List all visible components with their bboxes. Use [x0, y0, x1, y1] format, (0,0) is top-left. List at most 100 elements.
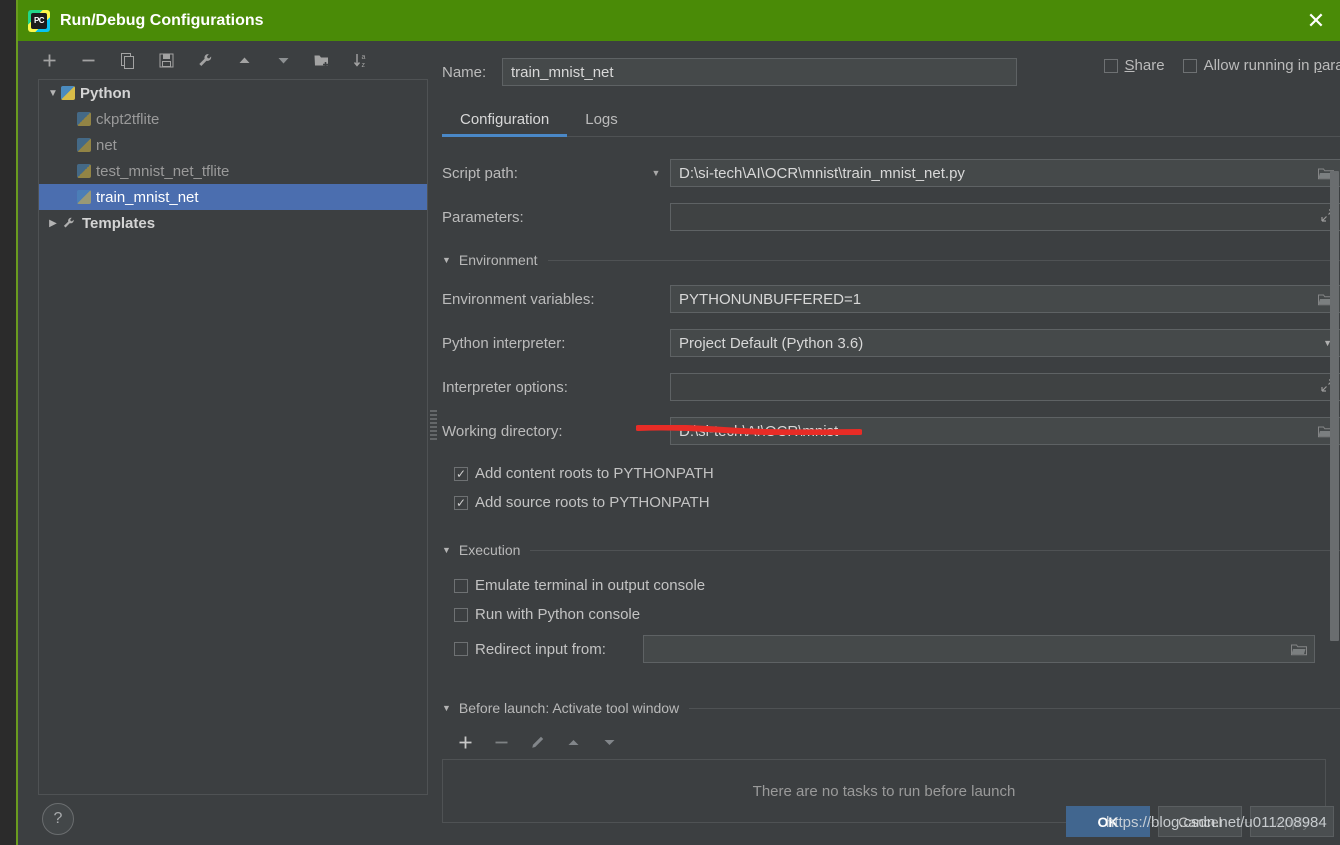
svg-text:z: z	[362, 62, 366, 69]
python-interpreter-select[interactable]: Project Default (Python 3.6) ▼	[670, 329, 1340, 357]
move-down-button[interactable]	[272, 49, 294, 71]
header-options: Share Allow running in parallel	[1103, 57, 1340, 74]
add-source-roots-label: Add source roots to PYTHONPATH	[475, 494, 710, 511]
chevron-down-icon[interactable]: ▼	[45, 88, 61, 99]
working-directory-input[interactable]: D:\si-tech\AI\OCR\mnist	[670, 417, 1340, 445]
before-launch-empty-text: There are no tasks to run before launch	[752, 782, 1016, 800]
environment-section-label: Environment	[458, 252, 538, 268]
environment-variables-label: Environment variables:	[442, 290, 595, 308]
chevron-right-icon[interactable]: ▶	[45, 218, 61, 229]
allow-parallel-checkbox[interactable]: Allow running in parallel	[1182, 57, 1340, 74]
redirect-input-row: Redirect input from:	[454, 629, 1340, 669]
remove-configuration-button[interactable]	[77, 49, 99, 71]
panel-splitter-handle[interactable]	[430, 410, 437, 442]
edit-templates-wrench-icon[interactable]	[194, 49, 216, 71]
script-path-label: Script path:	[442, 164, 518, 182]
redirect-input-checkbox[interactable]	[454, 642, 468, 656]
name-label: Name:	[442, 63, 487, 81]
name-row: Name: train_mnist_net Share Allow runnin…	[442, 52, 1340, 92]
before-launch-label: Before launch: Activate tool window	[458, 700, 680, 716]
dialog-button-row: OK Cancel Apply	[1066, 806, 1334, 837]
section-divider	[530, 549, 1340, 551]
parameters-row: Parameters:	[442, 195, 1340, 239]
tab-configuration[interactable]: Configuration	[442, 111, 568, 137]
chevron-down-icon[interactable]: ▼	[442, 703, 451, 713]
configurations-toolbar: az	[22, 41, 426, 79]
working-directory-row: Working directory: D:\si-tech\AI\OCR\mni…	[442, 409, 1340, 453]
tree-item-net[interactable]: net	[39, 132, 427, 158]
parameters-input[interactable]	[670, 203, 1340, 231]
script-path-mode-chevron-icon[interactable]: ▼	[642, 168, 670, 178]
tree-item-test-mnist-net-tflite[interactable]: test_mnist_net_tflite	[39, 158, 427, 184]
redirect-input-field[interactable]	[643, 635, 1315, 663]
checkbox-box	[1182, 58, 1197, 73]
environment-section-header[interactable]: ▼ Environment	[442, 243, 1340, 277]
edit-task-pencil-icon[interactable]	[528, 733, 546, 751]
tree-item-train-mnist-net[interactable]: train_mnist_net	[39, 184, 427, 210]
checkbox-box: ✓	[454, 466, 468, 481]
section-divider	[547, 259, 1340, 261]
python-interpreter-label: Python interpreter:	[442, 334, 566, 352]
execution-section-header[interactable]: ▼ Execution	[442, 533, 1340, 567]
apply-button[interactable]: Apply	[1250, 806, 1334, 837]
run-with-python-console-checkbox[interactable]: Run with Python console	[454, 600, 1340, 629]
before-launch-toolbar	[442, 725, 1340, 759]
tree-item-ckpt2tflite[interactable]: ckpt2tflite	[39, 106, 427, 132]
move-up-button[interactable]	[233, 49, 255, 71]
tree-item-label: net	[96, 136, 117, 154]
dialog-titlebar: PC Run/Debug Configurations ✕	[18, 0, 1340, 41]
run-with-python-console-label: Run with Python console	[475, 606, 641, 623]
configurations-tree[interactable]: ▼ Python ckpt2tflite net test_mnist_net_…	[38, 79, 428, 795]
python-icon	[77, 138, 91, 152]
tree-item-python[interactable]: ▼ Python	[39, 80, 427, 106]
share-checkbox[interactable]: Share	[1103, 57, 1165, 74]
checkbox-box: ✓	[454, 495, 468, 510]
new-folder-button[interactable]	[311, 49, 333, 71]
tree-item-templates[interactable]: ▶ Templates	[39, 210, 427, 236]
add-content-roots-checkbox[interactable]: ✓ Add content roots to PYTHONPATH	[454, 459, 1340, 488]
chevron-down-icon[interactable]: ▼	[442, 545, 451, 555]
python-interpreter-row: Python interpreter: Project Default (Pyt…	[442, 321, 1340, 365]
add-configuration-button[interactable]	[38, 49, 60, 71]
name-input[interactable]: train_mnist_net	[502, 58, 1017, 86]
configuration-form: Script path: ▼ D:\si-tech\AI\OCR\mnist\t…	[442, 137, 1340, 823]
interpreter-options-row: Interpreter options:	[442, 365, 1340, 409]
environment-variables-input[interactable]: PYTHONUNBUFFERED=1	[670, 285, 1340, 313]
tree-item-label: Templates	[82, 214, 156, 232]
python-icon	[61, 86, 75, 100]
dialog-title: Run/Debug Configurations	[60, 11, 264, 29]
interpreter-options-input[interactable]	[670, 373, 1340, 401]
remove-task-button[interactable]	[492, 733, 510, 751]
script-path-value: D:\si-tech\AI\OCR\mnist\train_mnist_net.…	[679, 164, 965, 182]
tab-logs[interactable]: Logs	[567, 111, 636, 136]
ok-button[interactable]: OK	[1066, 806, 1150, 837]
checkbox-box	[1103, 58, 1118, 73]
chevron-down-icon[interactable]: ▼	[442, 255, 451, 265]
add-task-button[interactable]	[456, 733, 474, 751]
copy-configuration-button[interactable]	[116, 49, 138, 71]
script-path-input[interactable]: D:\si-tech\AI\OCR\mnist\train_mnist_net.…	[670, 159, 1340, 187]
sort-alphabetically-button[interactable]: az	[350, 49, 372, 71]
save-configuration-button[interactable]	[155, 49, 177, 71]
interpreter-options-label: Interpreter options:	[442, 378, 568, 396]
move-task-up-button[interactable]	[564, 733, 582, 751]
python-icon	[77, 190, 91, 204]
svg-text:a: a	[362, 54, 366, 61]
cancel-button[interactable]: Cancel	[1158, 806, 1242, 837]
wrench-icon	[61, 215, 77, 231]
emulate-terminal-checkbox[interactable]: Emulate terminal in output console	[454, 571, 1340, 600]
before-launch-section-header[interactable]: ▼ Before launch: Activate tool window	[442, 691, 1340, 725]
vertical-scrollbar-thumb[interactable]	[1330, 171, 1339, 641]
pycharm-logo-text: PC	[31, 12, 47, 29]
move-task-down-button[interactable]	[600, 733, 618, 751]
browse-redirect-input-icon[interactable]	[1291, 643, 1307, 656]
add-source-roots-checkbox[interactable]: ✓ Add source roots to PYTHONPATH	[454, 488, 1340, 517]
execution-section-label: Execution	[458, 542, 521, 558]
close-icon[interactable]: ✕	[1292, 0, 1340, 41]
tree-item-label: ckpt2tflite	[96, 110, 160, 128]
help-button[interactable]: ?	[42, 803, 74, 835]
allow-parallel-label: Allow running in parallel	[1203, 57, 1340, 74]
name-input-value: train_mnist_net	[511, 63, 614, 81]
python-interpreter-value: Project Default (Python 3.6)	[679, 334, 864, 352]
redirect-input-label: Redirect input from:	[475, 640, 606, 658]
